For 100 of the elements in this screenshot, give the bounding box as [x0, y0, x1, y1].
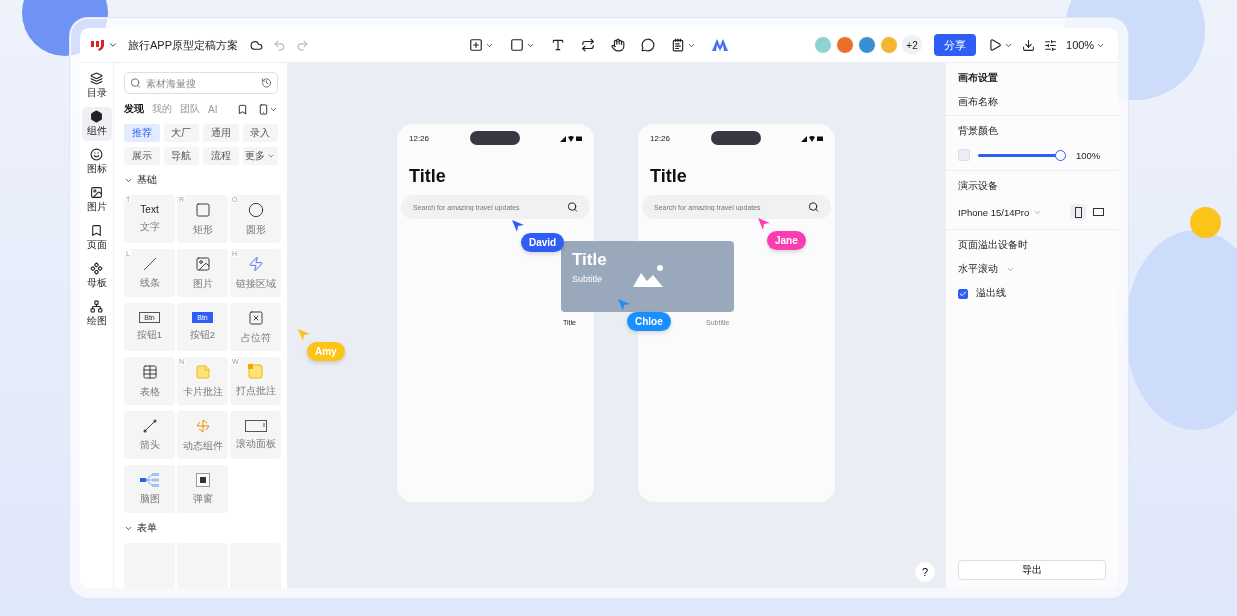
scroll-panel-icon	[244, 419, 267, 432]
category-chip[interactable]: 通用	[203, 124, 239, 142]
category-chip[interactable]: 展示	[124, 147, 160, 165]
square-icon	[194, 201, 211, 218]
smiley-icon	[90, 148, 103, 161]
component-tile[interactable]: 图片	[177, 249, 228, 297]
history-icon[interactable]	[261, 77, 272, 89]
text-icon[interactable]	[551, 38, 565, 52]
section-title[interactable]: 基础	[137, 173, 157, 187]
image-card: Title Subtitle	[561, 241, 734, 312]
bookmark-icon	[90, 224, 103, 237]
portrait-icon	[1074, 206, 1082, 218]
library-tab[interactable]: 发现	[124, 102, 144, 116]
user-name-tag: Amy	[307, 342, 345, 361]
help-button[interactable]: ?	[915, 562, 935, 582]
category-chip[interactable]: 录入	[242, 124, 278, 142]
more-users-count[interactable]: +2	[902, 35, 922, 55]
square-icon[interactable]	[510, 38, 524, 52]
canvas-name-label: 画布名称	[958, 96, 999, 109]
user-name-tag: Jane	[767, 231, 806, 250]
add-icon[interactable]	[469, 38, 483, 52]
search-field[interactable]: 素材海量搜	[124, 72, 278, 94]
document-title: 旅行APP原型定稿方案	[128, 37, 238, 53]
share-button[interactable]: 分享	[934, 34, 976, 56]
category-chip[interactable]: 大厂	[163, 124, 199, 142]
arrow-icon	[142, 418, 157, 433]
export-button[interactable]: 导出	[958, 560, 1106, 580]
bookmark-icon[interactable]	[237, 103, 248, 115]
slider-thumb[interactable]	[1054, 149, 1066, 161]
table-icon	[141, 363, 158, 380]
color-swatch[interactable]	[958, 149, 970, 161]
comment-icon[interactable]	[641, 38, 655, 52]
mountain-image-icon	[633, 265, 665, 287]
component-tile[interactable]: 箭头	[124, 411, 175, 459]
category-chip[interactable]: 导航	[163, 147, 199, 165]
dynamic-island	[469, 131, 520, 145]
dynamic-island	[710, 131, 761, 145]
component-tile[interactable]: 占位符	[230, 303, 281, 351]
user-avatar[interactable]	[858, 36, 876, 54]
cursor-arrow-icon	[618, 299, 630, 311]
rail-tab[interactable]: 组件	[81, 107, 112, 141]
caret-icon[interactable]	[108, 40, 118, 50]
cursor-arrow-icon	[298, 329, 310, 341]
screen-title: Title	[409, 166, 447, 187]
settings-icon[interactable]	[1044, 38, 1057, 52]
landscape-icon	[1092, 208, 1104, 216]
pin-note-icon	[248, 364, 263, 379]
component-tile[interactable]: 弹窗	[177, 465, 228, 513]
user-avatar[interactable]	[836, 36, 854, 54]
device-select[interactable]: IPhone 15/14Pro	[958, 206, 1030, 218]
mind-map-icon	[139, 472, 160, 487]
rail-tab[interactable]: 图标	[81, 145, 112, 179]
user-name-tag: Chloe	[627, 312, 671, 331]
search-icon	[567, 201, 578, 213]
component-tile[interactable]: 动态组件	[177, 411, 228, 459]
network-icon	[90, 300, 103, 313]
checkbox[interactable]	[958, 288, 968, 299]
rail-tab[interactable]: 页面	[81, 221, 112, 255]
sticky-note-icon	[194, 363, 211, 380]
category-chip[interactable]: 流程	[203, 147, 239, 165]
cursor-arrow-icon	[512, 220, 524, 232]
ai-logo-icon[interactable]	[712, 39, 728, 51]
user-name-tag: David	[521, 233, 565, 252]
component-tile[interactable]: 表格	[124, 357, 175, 405]
swap-icon[interactable]	[581, 38, 595, 52]
component-tile[interactable]: 滚动面板	[230, 411, 281, 459]
rail-tab[interactable]: 母板	[81, 259, 112, 293]
play-icon[interactable]	[988, 38, 1002, 52]
rail-tab[interactable]: 图片	[81, 183, 112, 217]
category-chip[interactable]: 更多	[242, 147, 278, 165]
status-time: 12:26	[409, 133, 430, 143]
note-icon[interactable]	[671, 38, 685, 52]
component-icon	[90, 262, 103, 275]
component-tile[interactable]: 脑图	[124, 465, 175, 513]
rail-tab[interactable]: 绘图	[81, 297, 112, 331]
hand-icon[interactable]	[611, 38, 625, 52]
image-icon	[194, 255, 211, 272]
download-icon[interactable]	[1022, 38, 1035, 52]
rail-tab[interactable]: 目录	[81, 69, 112, 103]
lightning-icon	[247, 255, 264, 272]
category-chip[interactable]: 推荐	[124, 124, 160, 142]
section-title[interactable]: 表单	[137, 521, 157, 535]
popup-icon	[195, 472, 210, 487]
crossed-square-icon	[247, 309, 264, 326]
circle-icon	[247, 201, 264, 218]
section-label: 背景颜色	[958, 125, 999, 138]
panel-title: 画布设置	[958, 72, 999, 85]
line-icon	[142, 256, 157, 271]
portrait-button[interactable]	[1070, 204, 1086, 220]
app-logo[interactable]	[90, 39, 105, 51]
hexagon-icon	[90, 110, 103, 123]
cloud-icon[interactable]	[250, 38, 263, 52]
text-sample: Text	[140, 204, 159, 215]
phone-icon[interactable]	[258, 103, 269, 115]
overflow-mode-select[interactable]: 水平滚动	[958, 263, 998, 276]
status-icons	[801, 134, 823, 142]
search-icon	[808, 201, 819, 213]
status-time: 12:26	[650, 133, 671, 143]
zoom-level[interactable]: 100%	[1066, 39, 1095, 51]
status-icons	[560, 134, 582, 142]
